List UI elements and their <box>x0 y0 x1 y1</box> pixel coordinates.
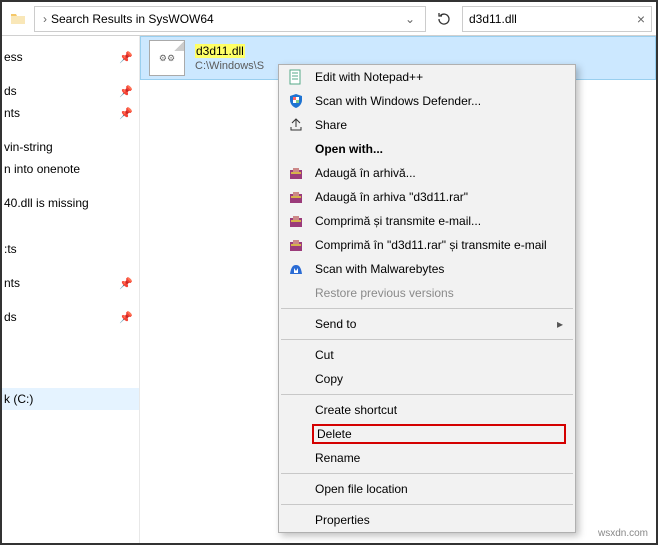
chevron-right-icon: › <box>43 12 47 26</box>
defender-shield-icon <box>287 92 305 110</box>
breadcrumb[interactable]: › Search Results in SysWOW64 ⌄ <box>34 6 426 32</box>
sidebar-item-drive-c[interactable]: k (C:) <box>2 388 139 410</box>
menu-compress-email[interactable]: Comprimă și transmite e-mail... <box>279 209 575 233</box>
menu-create-shortcut[interactable]: Create shortcut <box>279 398 575 422</box>
credit-text: wsxdn.com <box>598 528 648 539</box>
file-name: d3d11.dll <box>195 44 245 58</box>
menu-share[interactable]: Share <box>279 113 575 137</box>
menu-send-to[interactable]: Send to ▸ <box>279 312 575 336</box>
chevron-down-icon[interactable]: ⌄ <box>399 12 421 26</box>
menu-rename[interactable]: Rename <box>279 446 575 470</box>
notepadpp-icon <box>287 68 305 86</box>
winrar-icon <box>287 188 305 206</box>
sidebar-item[interactable]: :ts <box>2 238 139 260</box>
clear-search-button[interactable]: × <box>637 11 645 27</box>
sidebar-item[interactable]: vin-string <box>2 136 139 158</box>
winrar-icon <box>287 236 305 254</box>
refresh-button[interactable] <box>430 6 458 32</box>
pin-icon: 📌 <box>119 107 133 120</box>
menu-archive-add-named[interactable]: Adaugă în arhiva "d3d11.rar" <box>279 185 575 209</box>
sidebar-item[interactable]: ds📌 <box>2 306 139 328</box>
breadcrumb-text: Search Results in SysWOW64 <box>51 12 399 26</box>
share-icon <box>287 116 305 134</box>
menu-open-file-location[interactable]: Open file location <box>279 477 575 501</box>
winrar-icon <box>287 212 305 230</box>
malwarebytes-icon <box>287 260 305 278</box>
menu-archive-add[interactable]: Adaugă în arhivă... <box>279 161 575 185</box>
context-menu: Edit with Notepad++ Scan with Windows De… <box>278 64 576 533</box>
menu-restore-previous-versions[interactable]: Restore previous versions <box>279 281 575 305</box>
menu-properties[interactable]: Properties <box>279 508 575 532</box>
pin-icon: 📌 <box>119 311 133 324</box>
search-value: d3d11.dll <box>469 12 637 26</box>
winrar-icon <box>287 164 305 182</box>
menu-copy[interactable]: Copy <box>279 367 575 391</box>
menu-cut[interactable]: Cut <box>279 343 575 367</box>
menu-delete[interactable]: Delete <box>279 422 575 446</box>
menu-scan-defender[interactable]: Scan with Windows Defender... <box>279 89 575 113</box>
sidebar-item[interactable]: n into onenote <box>2 158 139 180</box>
menu-scan-malwarebytes[interactable]: Scan with Malwarebytes <box>279 257 575 281</box>
folder-icon <box>6 7 30 31</box>
menu-open-with[interactable]: Open with... <box>279 137 575 161</box>
sidebar-item[interactable]: nts📌 <box>2 102 139 124</box>
file-path: C:\Windows\S <box>195 60 264 72</box>
chevron-right-icon: ▸ <box>557 317 563 331</box>
search-input[interactable]: d3d11.dll × <box>462 6 652 32</box>
pin-icon: 📌 <box>119 277 133 290</box>
menu-compress-named-email[interactable]: Comprimă în "d3d11.rar" și transmite e-m… <box>279 233 575 257</box>
sidebar-item[interactable]: nts📌 <box>2 272 139 294</box>
pin-icon: 📌 <box>119 85 133 98</box>
sidebar: ess📌 ds📌 nts📌 vin-string n into onenote … <box>2 36 140 543</box>
pin-icon: 📌 <box>119 51 133 64</box>
sidebar-item[interactable]: ds📌 <box>2 80 139 102</box>
menu-edit-notepadpp[interactable]: Edit with Notepad++ <box>279 65 575 89</box>
sidebar-item[interactable]: ess📌 <box>2 46 139 68</box>
dll-file-icon: ⚙⚙ <box>149 40 185 76</box>
sidebar-item[interactable]: 40.dll is missing <box>2 192 139 214</box>
